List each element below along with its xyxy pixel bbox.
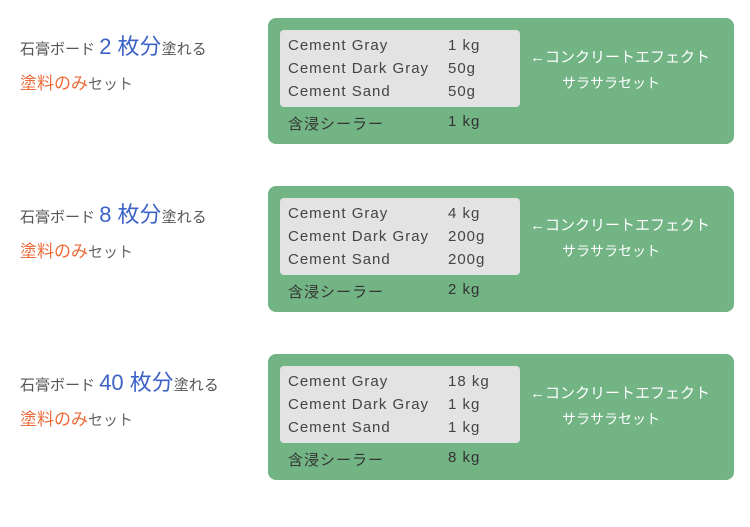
sealer-name: 含浸シーラー	[288, 113, 448, 134]
product-title: 石膏ボード 2 枚分塗れる塗料のみセット	[20, 18, 268, 100]
paint-only-label: 塗料のみ	[20, 74, 88, 93]
title-line-1: 石膏ボード 2 枚分塗れる	[20, 26, 268, 68]
ingredient-amount: 18 kg	[448, 373, 490, 390]
ingredient-amount: 50g	[448, 83, 476, 100]
product-row: 石膏ボード 2 枚分塗れる塗料のみセットCement Gray1 kgCemen…	[0, 18, 750, 144]
ingredient-amount: 1 kg	[448, 37, 480, 54]
ingredient-amount: 4 kg	[448, 205, 480, 222]
ingredient-amount: 1 kg	[448, 419, 480, 436]
sealer-row: 含浸シーラー8 kg	[280, 443, 526, 470]
ingredient-amount: 200g	[448, 251, 485, 268]
effect-label: ←コンクリートエフェクトサラサラセット	[526, 30, 722, 96]
sealer-amount: 1 kg	[448, 113, 480, 134]
ingredient-amount: 50g	[448, 60, 476, 77]
ingredient-row: Cement Sand50g	[288, 80, 512, 103]
title-line-2: 塗料のみセット	[20, 404, 268, 436]
ingredients-panel: Cement Gray1 kgCement Dark Gray50gCement…	[268, 18, 734, 144]
ingredient-name: Cement Dark Gray	[288, 228, 448, 245]
title-line-1: 石膏ボード 8 枚分塗れる	[20, 194, 268, 236]
ingredient-amount: 200g	[448, 228, 485, 245]
set-label: セット	[88, 76, 133, 93]
sealer-row: 含浸シーラー1 kg	[280, 107, 526, 134]
set-label: セット	[88, 412, 133, 429]
ingredients-panel: Cement Gray4 kgCement Dark Gray200gCemen…	[268, 186, 734, 312]
board-prefix: 石膏ボード	[20, 209, 95, 226]
ingredient-name: Cement Gray	[288, 373, 448, 390]
effect-label-line1: ←コンクリートエフェクト	[530, 380, 722, 407]
board-prefix: 石膏ボード	[20, 377, 95, 394]
sheet-unit: 枚分	[124, 370, 174, 395]
paint-only-label: 塗料のみ	[20, 410, 88, 429]
sheet-unit: 枚分	[111, 34, 161, 59]
ingredients-content: Cement Gray1 kgCement Dark Gray50gCement…	[280, 30, 526, 134]
product-title: 石膏ボード 8 枚分塗れる塗料のみセット	[20, 186, 268, 268]
ingredient-name: Cement Dark Gray	[288, 60, 448, 77]
sealer-row: 含浸シーラー2 kg	[280, 275, 526, 302]
ingredient-row: Cement Gray18 kg	[288, 370, 512, 393]
ingredient-name: Cement Sand	[288, 83, 448, 100]
ingredient-amount: 1 kg	[448, 396, 480, 413]
ingredient-name: Cement Gray	[288, 205, 448, 222]
sealer-name: 含浸シーラー	[288, 281, 448, 302]
sealer-name: 含浸シーラー	[288, 449, 448, 470]
ingredient-name: Cement Dark Gray	[288, 396, 448, 413]
title-line-2: 塗料のみセット	[20, 68, 268, 100]
sealer-amount: 2 kg	[448, 281, 480, 302]
ingredients-panel: Cement Gray18 kgCement Dark Gray1 kgCeme…	[268, 354, 734, 480]
ingredients-content: Cement Gray4 kgCement Dark Gray200gCemen…	[280, 198, 526, 302]
product-row: 石膏ボード 8 枚分塗れる塗料のみセットCement Gray4 kgCemen…	[0, 186, 750, 312]
effect-label: ←コンクリートエフェクトサラサラセット	[526, 366, 722, 432]
sealer-amount: 8 kg	[448, 449, 480, 470]
sheet-unit: 枚分	[111, 202, 161, 227]
board-prefix: 石膏ボード	[20, 41, 95, 58]
ingredient-row: Cement Dark Gray1 kg	[288, 393, 512, 416]
paint-only-label: 塗料のみ	[20, 242, 88, 261]
ingredient-row: Cement Sand1 kg	[288, 416, 512, 439]
effect-label-line2: サラサラセット	[530, 71, 722, 96]
cement-group: Cement Gray1 kgCement Dark Gray50gCement…	[280, 30, 520, 107]
ingredient-name: Cement Sand	[288, 419, 448, 436]
cement-group: Cement Gray4 kgCement Dark Gray200gCemen…	[280, 198, 520, 275]
title-line-2: 塗料のみセット	[20, 236, 268, 268]
ingredient-name: Cement Sand	[288, 251, 448, 268]
effect-label-line1: ←コンクリートエフェクト	[530, 212, 722, 239]
board-suffix: 塗れる	[162, 41, 207, 58]
effect-label-line1: ←コンクリートエフェクト	[530, 44, 722, 71]
ingredient-row: Cement Gray1 kg	[288, 34, 512, 57]
cement-group: Cement Gray18 kgCement Dark Gray1 kgCeme…	[280, 366, 520, 443]
product-row: 石膏ボード 40 枚分塗れる塗料のみセットCement Gray18 kgCem…	[0, 354, 750, 480]
ingredient-row: Cement Dark Gray50g	[288, 57, 512, 80]
effect-label: ←コンクリートエフェクトサラサラセット	[526, 198, 722, 264]
ingredient-row: Cement Gray4 kg	[288, 202, 512, 225]
title-line-1: 石膏ボード 40 枚分塗れる	[20, 362, 268, 404]
sheet-count: 2	[99, 34, 111, 59]
product-title: 石膏ボード 40 枚分塗れる塗料のみセット	[20, 354, 268, 436]
effect-label-line2: サラサラセット	[530, 407, 722, 432]
sheet-count: 8	[99, 202, 111, 227]
ingredient-name: Cement Gray	[288, 37, 448, 54]
board-suffix: 塗れる	[162, 209, 207, 226]
ingredient-row: Cement Dark Gray200g	[288, 225, 512, 248]
board-suffix: 塗れる	[174, 377, 219, 394]
effect-label-line2: サラサラセット	[530, 239, 722, 264]
ingredient-row: Cement Sand200g	[288, 248, 512, 271]
sheet-count: 40	[99, 370, 123, 395]
set-label: セット	[88, 244, 133, 261]
ingredients-content: Cement Gray18 kgCement Dark Gray1 kgCeme…	[280, 366, 526, 470]
